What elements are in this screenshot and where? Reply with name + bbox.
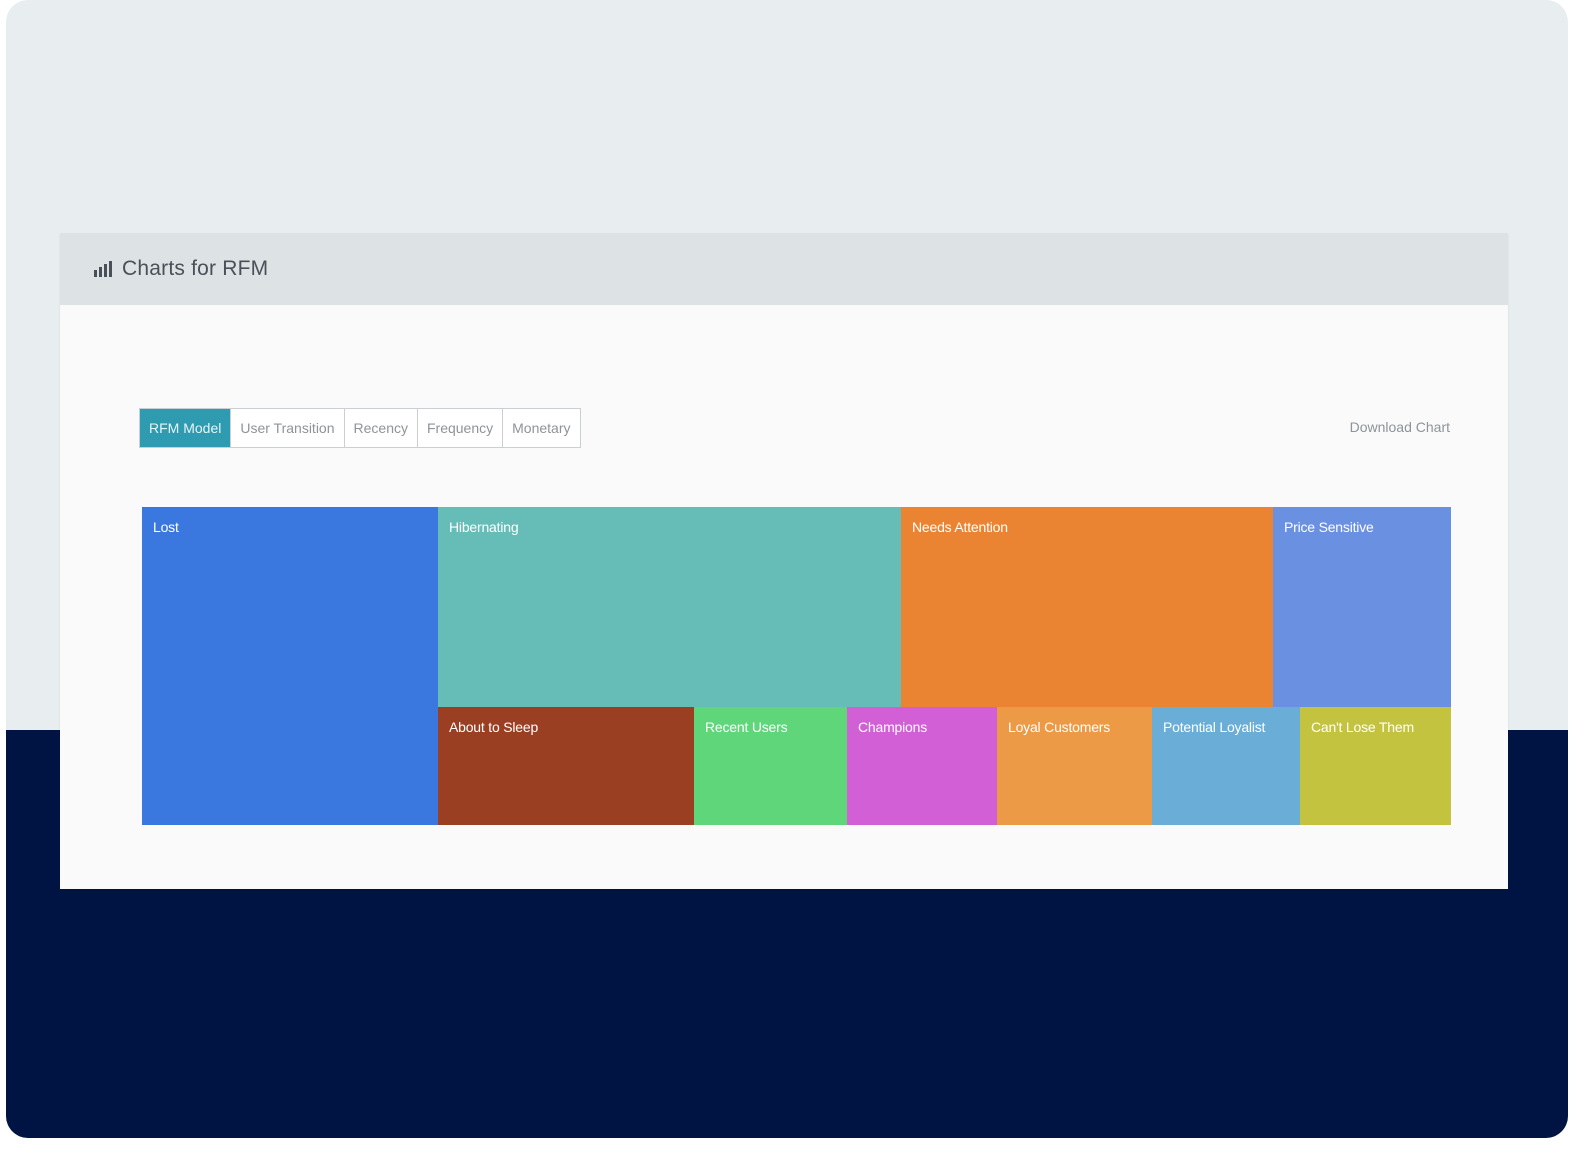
treemap-label-needs-attention: Needs Attention — [912, 519, 1008, 535]
treemap-cell-price-sensitive[interactable]: Price Sensitive — [1273, 507, 1451, 707]
treemap-cell-recent-users[interactable]: Recent Users — [694, 707, 847, 825]
panel-title: Charts for RFM — [122, 257, 269, 280]
treemap-cell-about-to-sleep[interactable]: About to Sleep — [438, 707, 694, 825]
treemap-cell-loyal-customers[interactable]: Loyal Customers — [997, 707, 1152, 825]
treemap-label-price-sensitive: Price Sensitive — [1284, 519, 1374, 535]
treemap-label-recent-users: Recent Users — [705, 719, 788, 735]
tab-monetary[interactable]: Monetary — [503, 409, 579, 447]
panel-header: Charts for RFM — [60, 233, 1508, 305]
treemap-label-about-to-sleep: About to Sleep — [449, 719, 539, 735]
rfm-treemap: Lost Hibernating Needs Attention Price S… — [142, 507, 1451, 825]
treemap-cell-hibernating[interactable]: Hibernating — [438, 507, 901, 707]
treemap-label-champions: Champions — [858, 719, 928, 735]
page-frame: Charts for RFM RFM Model User Transition… — [6, 0, 1568, 1138]
treemap-cell-potential-loyalist[interactable]: Potential Loyalist — [1152, 707, 1300, 825]
treemap-label-hibernating: Hibernating — [449, 519, 519, 535]
treemap-label-potential-loyalist: Potential Loyalist — [1163, 719, 1266, 735]
treemap-label-loyal-customers: Loyal Customers — [1008, 719, 1111, 735]
download-chart-button[interactable]: Download Chart — [1350, 419, 1450, 435]
tab-user-transition[interactable]: User Transition — [231, 409, 345, 447]
treemap-label-lost: Lost — [153, 519, 179, 535]
treemap-cell-lost[interactable]: Lost — [142, 507, 438, 825]
tab-rfm-model[interactable]: RFM Model — [140, 409, 232, 447]
chart-tabs: RFM Model User Transition Recency Freque… — [139, 408, 581, 448]
treemap-label-cant-lose-them: Can't Lose Them — [1311, 719, 1414, 735]
bar-chart-icon — [94, 261, 114, 277]
treemap-cell-needs-attention[interactable]: Needs Attention — [901, 507, 1273, 707]
tab-recency[interactable]: Recency — [345, 409, 418, 447]
treemap-cell-champions[interactable]: Champions — [847, 707, 997, 825]
treemap-cell-cant-lose-them[interactable]: Can't Lose Them — [1300, 707, 1451, 825]
tab-frequency[interactable]: Frequency — [418, 409, 504, 447]
charts-panel: Charts for RFM RFM Model User Transition… — [60, 233, 1508, 889]
